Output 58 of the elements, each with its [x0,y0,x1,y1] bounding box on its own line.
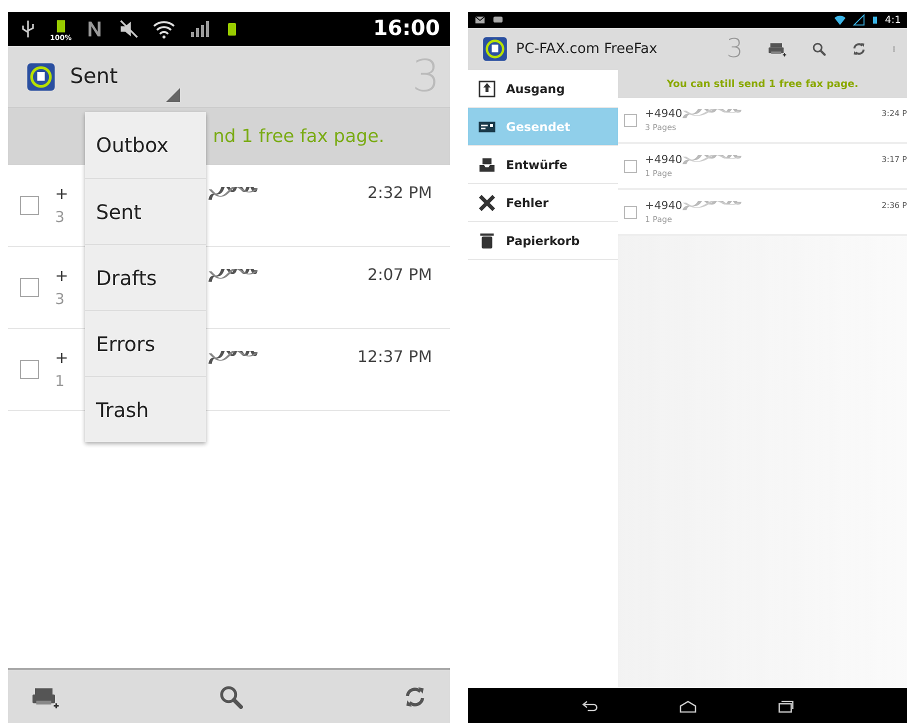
caret-icon [166,88,180,102]
checkbox[interactable] [624,160,637,172]
signal-icon [852,14,865,26]
scribble-drawing [208,187,258,202]
app-logo-icon [26,62,56,92]
scribble-drawing [208,351,258,366]
page-count: 3 Pages [645,122,676,134]
page-count: 3 [55,289,65,310]
phone-number: + [55,347,68,370]
trash-icon [478,232,496,250]
status-time: 4:1 [884,14,901,28]
folder-dropdown[interactable]: Sent [70,52,180,102]
sidebar-item[interactable]: Ausgang [468,70,618,108]
wifi-icon [832,14,847,26]
phone-number: +4940 [645,106,682,122]
scribble-drawing [682,109,742,119]
checkbox[interactable] [20,278,39,297]
menu-item[interactable]: Sent [85,178,206,244]
battery-icon [870,14,879,26]
page-count: 1 Page [645,168,672,180]
page-count: 1 [55,371,65,392]
cross-icon [478,194,496,212]
phone-number: +4940 [645,198,682,214]
time-label: 3:24 P [882,108,907,120]
scribble-drawing [682,201,742,211]
checkbox[interactable] [624,206,637,218]
menu-item[interactable]: Errors [85,310,206,376]
page-count: 1 Page [645,214,672,226]
app-logo-icon [482,36,508,62]
time-label: 2:36 P [882,200,907,212]
count-label: 3 [726,32,743,66]
status-time: 16:00 [373,15,440,42]
phone-number: + [55,265,68,288]
phone-number: + [55,183,68,206]
time-label: 2:07 PM [368,264,432,286]
scribble-drawing [682,155,742,165]
app-title: PC-FAX.com FreeFax [516,40,658,58]
inbox-tray-icon [478,156,496,174]
scribble-drawing [208,269,258,284]
sidebar-item[interactable]: Papierkorb [468,222,618,260]
time-label: 12:37 PM [357,346,432,368]
phone-number: +4940 [645,152,682,168]
checkbox[interactable] [20,196,39,215]
refresh-icon[interactable] [851,41,867,57]
checkbox[interactable] [624,114,637,126]
sidebar-item[interactable]: Fehler [468,184,618,222]
outbox-icon [478,80,496,98]
menu-item[interactable]: Drafts [85,244,206,310]
mail-icon [474,15,486,25]
menu-item[interactable]: Trash [85,376,206,442]
page-count: 3 [55,207,65,228]
banner-text: You can still send 1 free fax page. [618,70,907,98]
time-label: 2:32 PM [368,182,432,204]
chat-icon [492,15,504,25]
checkbox[interactable] [20,360,39,379]
sidebar-item[interactable]: Entwürfe [468,146,618,184]
time-label: 3:17 P [882,154,907,166]
search-icon[interactable] [811,41,827,57]
